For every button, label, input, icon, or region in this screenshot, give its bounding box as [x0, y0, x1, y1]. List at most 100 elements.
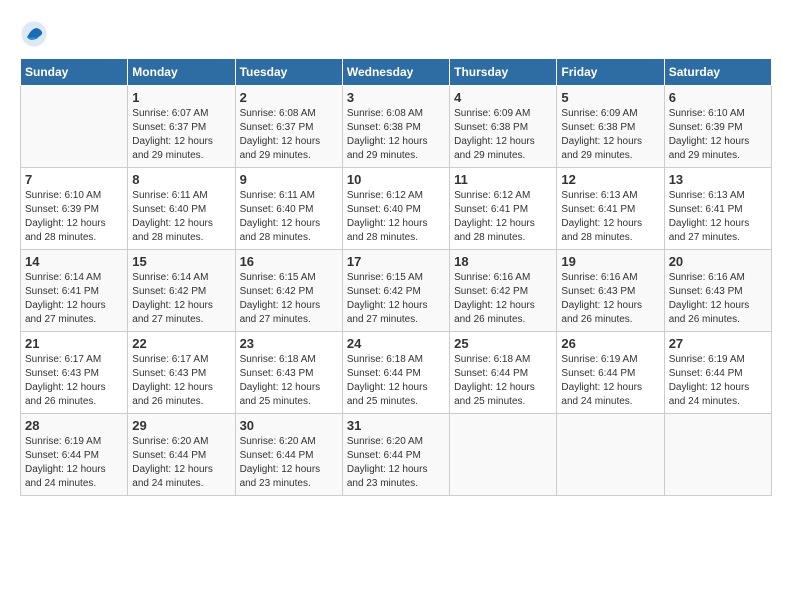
day-info: Sunrise: 6:13 AM Sunset: 6:41 PM Dayligh… — [669, 189, 767, 245]
day-number: 23 — [240, 336, 338, 351]
calendar-cell: 25Sunrise: 6:18 AM Sunset: 6:44 PM Dayli… — [450, 332, 557, 414]
calendar-cell: 20Sunrise: 6:16 AM Sunset: 6:43 PM Dayli… — [664, 250, 771, 332]
calendar-cell: 30 Sunrise: 6:20 AM Sunset: 6:44 PM Dayli… — [235, 414, 342, 496]
logo — [20, 20, 52, 48]
day-info: Sunrise: 6:15 AM Sunset: 6:42 PM Dayligh… — [240, 271, 338, 327]
day-info: Sunrise: 6:11 AM Sunset: 6:40 PM Dayligh… — [240, 189, 338, 245]
day-info: Sunrise: 6:17 AM Sunset: 6:43 PM Dayligh… — [25, 353, 123, 409]
day-number: 1 — [132, 90, 230, 105]
day-number: 27 — [669, 336, 767, 351]
day-number: 29 — [132, 418, 230, 433]
calendar-cell: 9 Sunrise: 6:11 AM Sunset: 6:40 PM Daylig… — [235, 168, 342, 250]
day-info: Sunrise: 6:16 AM Sunset: 6:43 PM Dayligh… — [669, 271, 767, 327]
calendar-cell: 3 Sunrise: 6:08 AM Sunset: 6:38 PM Daylig… — [342, 86, 449, 168]
calendar-cell: 13 Sunrise: 6:13 AM Sunset: 6:41 PM Dayli… — [664, 168, 771, 250]
day-number: 21 — [25, 336, 123, 351]
calendar-cell — [557, 414, 664, 496]
day-number: 17 — [347, 254, 445, 269]
day-info: Sunrise: 6:20 AM Sunset: 6:44 PM Dayligh… — [240, 435, 338, 491]
calendar-cell: 6 Sunrise: 6:10 AM Sunset: 6:39 PM Daylig… — [664, 86, 771, 168]
column-header-saturday: Saturday — [664, 59, 771, 86]
column-header-wednesday: Wednesday — [342, 59, 449, 86]
calendar-cell: 14 Sunrise: 6:14 AM Sunset: 6:41 PM Dayli… — [21, 250, 128, 332]
day-number: 26 — [561, 336, 659, 351]
day-number: 5 — [561, 90, 659, 105]
day-number: 2 — [240, 90, 338, 105]
day-number: 24 — [347, 336, 445, 351]
calendar-cell: 8Sunrise: 6:11 AM Sunset: 6:40 PM Daylig… — [128, 168, 235, 250]
day-number: 10 — [347, 172, 445, 187]
day-number: 22 — [132, 336, 230, 351]
day-number: 19 — [561, 254, 659, 269]
calendar-cell: 29 Sunrise: 6:20 AM Sunset: 6:44 PM Dayli… — [128, 414, 235, 496]
day-number: 30 — [240, 418, 338, 433]
page-header — [20, 20, 772, 48]
calendar-cell: 19 Sunrise: 6:16 AM Sunset: 6:43 PM Dayli… — [557, 250, 664, 332]
day-info: Sunrise: 6:08 AM Sunset: 6:37 PM Dayligh… — [240, 107, 338, 163]
day-info: Sunrise: 6:19 AM Sunset: 6:44 PM Dayligh… — [25, 435, 123, 491]
calendar-week-row: 7 Sunrise: 6:10 AM Sunset: 6:39 PM Daylig… — [21, 168, 772, 250]
column-header-sunday: Sunday — [21, 59, 128, 86]
day-info: Sunrise: 6:09 AM Sunset: 6:38 PM Dayligh… — [561, 107, 659, 163]
calendar-cell: 22Sunrise: 6:17 AM Sunset: 6:43 PM Dayli… — [128, 332, 235, 414]
day-info: Sunrise: 6:12 AM Sunset: 6:40 PM Dayligh… — [347, 189, 445, 245]
calendar-cell: 21 Sunrise: 6:17 AM Sunset: 6:43 PM Dayli… — [21, 332, 128, 414]
day-info: Sunrise: 6:08 AM Sunset: 6:38 PM Dayligh… — [347, 107, 445, 163]
day-info: Sunrise: 6:09 AM Sunset: 6:38 PM Dayligh… — [454, 107, 552, 163]
day-info: Sunrise: 6:20 AM Sunset: 6:44 PM Dayligh… — [347, 435, 445, 491]
day-number: 7 — [25, 172, 123, 187]
day-info: Sunrise: 6:20 AM Sunset: 6:44 PM Dayligh… — [132, 435, 230, 491]
calendar-cell: 5 Sunrise: 6:09 AM Sunset: 6:38 PM Daylig… — [557, 86, 664, 168]
day-number: 31 — [347, 418, 445, 433]
day-info: Sunrise: 6:19 AM Sunset: 6:44 PM Dayligh… — [669, 353, 767, 409]
calendar-cell: 28Sunrise: 6:19 AM Sunset: 6:44 PM Dayli… — [21, 414, 128, 496]
day-info: Sunrise: 6:14 AM Sunset: 6:41 PM Dayligh… — [25, 271, 123, 327]
day-info: Sunrise: 6:15 AM Sunset: 6:42 PM Dayligh… — [347, 271, 445, 327]
day-number: 15 — [132, 254, 230, 269]
calendar-cell: 31 Sunrise: 6:20 AM Sunset: 6:44 PM Dayli… — [342, 414, 449, 496]
calendar-cell: 4 Sunrise: 6:09 AM Sunset: 6:38 PM Daylig… — [450, 86, 557, 168]
calendar-cell: 17 Sunrise: 6:15 AM Sunset: 6:42 PM Dayli… — [342, 250, 449, 332]
day-number: 6 — [669, 90, 767, 105]
logo-icon — [20, 20, 48, 48]
calendar-cell: 11 Sunrise: 6:12 AM Sunset: 6:41 PM Dayli… — [450, 168, 557, 250]
day-number: 13 — [669, 172, 767, 187]
calendar-table: SundayMondayTuesdayWednesdayThursdayFrid… — [20, 58, 772, 496]
day-number: 4 — [454, 90, 552, 105]
day-info: Sunrise: 6:18 AM Sunset: 6:43 PM Dayligh… — [240, 353, 338, 409]
day-info: Sunrise: 6:19 AM Sunset: 6:44 PM Dayligh… — [561, 353, 659, 409]
calendar-cell: 23 Sunrise: 6:18 AM Sunset: 6:43 PM Dayli… — [235, 332, 342, 414]
day-number: 8 — [132, 172, 230, 187]
day-info: Sunrise: 6:16 AM Sunset: 6:43 PM Dayligh… — [561, 271, 659, 327]
calendar-week-row: 14 Sunrise: 6:14 AM Sunset: 6:41 PM Dayli… — [21, 250, 772, 332]
calendar-cell: 15Sunrise: 6:14 AM Sunset: 6:42 PM Dayli… — [128, 250, 235, 332]
day-number: 14 — [25, 254, 123, 269]
calendar-cell: 18 Sunrise: 6:16 AM Sunset: 6:42 PM Dayli… — [450, 250, 557, 332]
calendar-cell: 7 Sunrise: 6:10 AM Sunset: 6:39 PM Daylig… — [21, 168, 128, 250]
day-info: Sunrise: 6:16 AM Sunset: 6:42 PM Dayligh… — [454, 271, 552, 327]
day-info: Sunrise: 6:10 AM Sunset: 6:39 PM Dayligh… — [669, 107, 767, 163]
calendar-cell: 10 Sunrise: 6:12 AM Sunset: 6:40 PM Dayli… — [342, 168, 449, 250]
calendar-cell: 12Sunrise: 6:13 AM Sunset: 6:41 PM Dayli… — [557, 168, 664, 250]
calendar-week-row: 21 Sunrise: 6:17 AM Sunset: 6:43 PM Dayli… — [21, 332, 772, 414]
day-number: 18 — [454, 254, 552, 269]
calendar-cell: 16Sunrise: 6:15 AM Sunset: 6:42 PM Dayli… — [235, 250, 342, 332]
calendar-cell: 2 Sunrise: 6:08 AM Sunset: 6:37 PM Daylig… — [235, 86, 342, 168]
day-info: Sunrise: 6:07 AM Sunset: 6:37 PM Dayligh… — [132, 107, 230, 163]
day-info: Sunrise: 6:18 AM Sunset: 6:44 PM Dayligh… — [347, 353, 445, 409]
calendar-cell: 27 Sunrise: 6:19 AM Sunset: 6:44 PM Dayli… — [664, 332, 771, 414]
calendar-cell — [664, 414, 771, 496]
day-number: 11 — [454, 172, 552, 187]
calendar-cell — [21, 86, 128, 168]
day-number: 3 — [347, 90, 445, 105]
day-info: Sunrise: 6:18 AM Sunset: 6:44 PM Dayligh… — [454, 353, 552, 409]
calendar-week-row: 1 Sunrise: 6:07 AM Sunset: 6:37 PM Daylig… — [21, 86, 772, 168]
column-header-tuesday: Tuesday — [235, 59, 342, 86]
day-info: Sunrise: 6:10 AM Sunset: 6:39 PM Dayligh… — [25, 189, 123, 245]
calendar-header-row: SundayMondayTuesdayWednesdayThursdayFrid… — [21, 59, 772, 86]
day-number: 9 — [240, 172, 338, 187]
column-header-thursday: Thursday — [450, 59, 557, 86]
calendar-cell — [450, 414, 557, 496]
calendar-cell: 24 Sunrise: 6:18 AM Sunset: 6:44 PM Dayli… — [342, 332, 449, 414]
day-info: Sunrise: 6:12 AM Sunset: 6:41 PM Dayligh… — [454, 189, 552, 245]
